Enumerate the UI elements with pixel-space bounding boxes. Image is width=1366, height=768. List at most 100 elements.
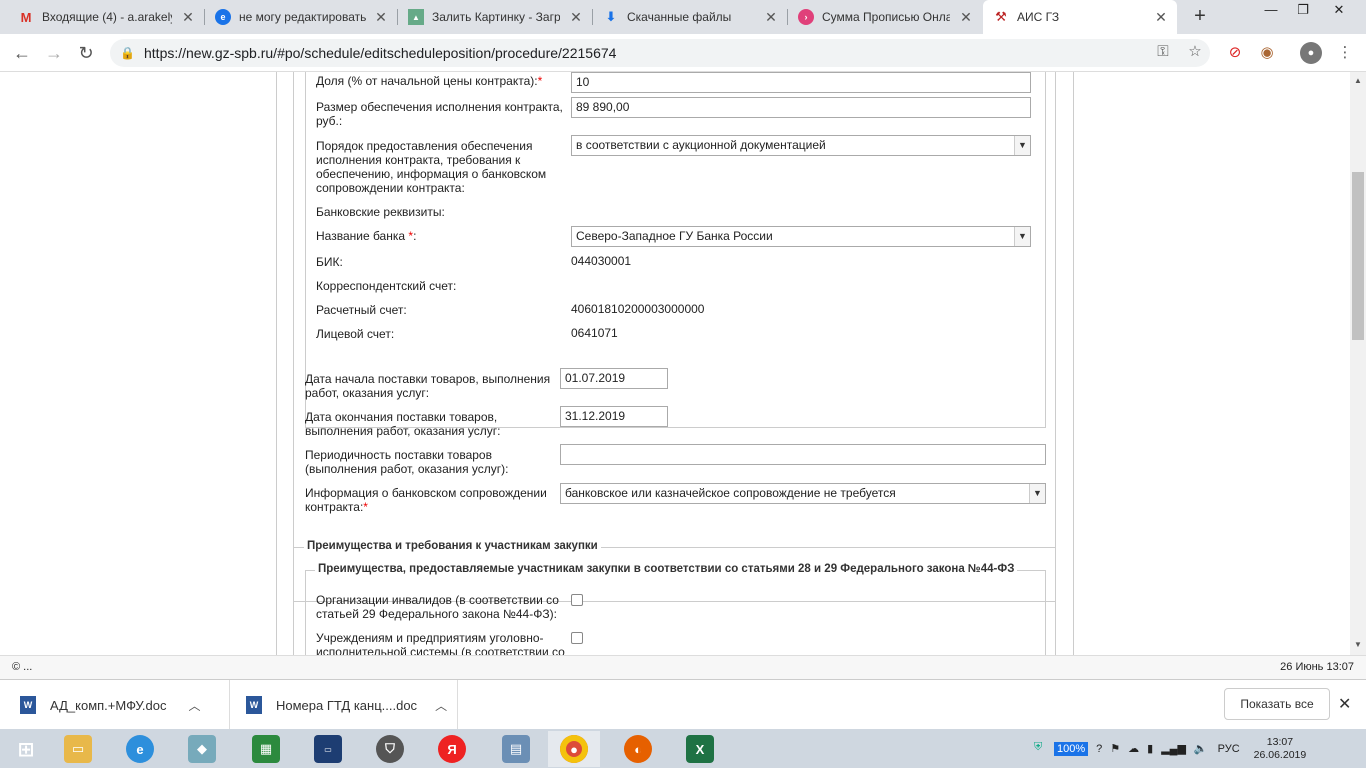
bank-name-select[interactable]: Северо-Западное ГУ Банка России ▼ — [571, 226, 1031, 247]
battery-icon[interactable]: ▮ — [1147, 742, 1153, 755]
close-window-button[interactable]: ✕ — [1324, 2, 1354, 22]
disabled-orgs-label-1: Организации инвалидов (в соответствии со — [316, 593, 559, 607]
close-tab-icon[interactable]: ✕ — [180, 9, 196, 25]
bank-name-label-text: Название банка — [316, 229, 406, 243]
help-icon[interactable]: ? — [1096, 743, 1102, 755]
download-item[interactable]: W АД_комп.+МФУ.doc ︿ — [0, 680, 230, 730]
close-download-bar-icon[interactable]: ✕ — [1338, 694, 1351, 714]
excel-taskbar-button[interactable]: X — [674, 731, 726, 767]
ie-taskbar-button[interactable]: e — [114, 731, 166, 767]
security-shield-icon[interactable]: ⛨ — [1034, 741, 1050, 757]
security-order-label-1: Порядок предоставления обеспечения — [316, 139, 533, 153]
lock-icon: 🔒 — [120, 46, 135, 60]
security-order-label-2: исполнения контракта, требования к — [316, 153, 521, 167]
tab-gmail[interactable]: M Входящие (4) - a.arakely ✕ — [8, 0, 204, 34]
scroll-down-icon[interactable]: ▼ — [1354, 640, 1362, 649]
extension-avatar-icon[interactable]: ◉ — [1256, 42, 1278, 64]
penal-orgs-label-1: Учреждениям и предприятиям уголовно- — [316, 631, 544, 645]
penal-orgs-label-2: исполнительной системы (в соответствии с… — [316, 645, 565, 655]
required-mark: * — [363, 500, 368, 514]
chevron-down-icon: ▼ — [1029, 484, 1045, 503]
tab-chat[interactable]: e не могу редактировать ✕ — [205, 0, 397, 34]
disabled-orgs-checkbox[interactable] — [571, 594, 583, 606]
download-icon: ⬇ — [605, 9, 617, 24]
tab-ais-gz[interactable]: ⚒ АИС ГЗ ✕ — [983, 0, 1177, 34]
store-taskbar-button[interactable]: ▦ — [240, 731, 292, 767]
security-order-select[interactable]: в соответствии с аукционной документацие… — [571, 135, 1031, 156]
form-container: Доля (% от начальной цены контракта): * 1… — [276, 72, 1074, 655]
new-tab-button[interactable]: + — [1188, 5, 1212, 29]
penal-orgs-checkbox[interactable] — [571, 632, 583, 644]
clock[interactable]: 13:07 26.06.2019 — [1254, 736, 1307, 762]
close-tab-icon[interactable]: ✕ — [1153, 9, 1169, 25]
bank-support-label-1: Информация о банковском сопровождении — [305, 486, 547, 500]
page-scrollbar[interactable]: ▲ ▼ — [1350, 72, 1366, 655]
explorer-taskbar-button[interactable]: ▭ — [52, 731, 104, 767]
security-amount-label-2: руб.: — [316, 114, 343, 128]
close-tab-icon[interactable]: ✕ — [373, 9, 389, 25]
corr-account-label: Корреспондентский счет: — [316, 279, 457, 293]
address-bar[interactable]: 🔒 https://new.gz-spb.ru/#po/schedule/edi… — [110, 39, 1210, 67]
share-input[interactable]: 10 — [571, 72, 1031, 93]
security-order-label-3: обеспечению, информация о банковском — [316, 167, 547, 181]
bank-name-selected: Северо-Западное ГУ Банка России — [576, 229, 773, 243]
security-order-selected: в соответствии с аукционной документацие… — [576, 138, 826, 152]
volume-icon[interactable]: 🔈 — [1194, 742, 1208, 755]
chevron-up-icon[interactable]: ︿ — [435, 697, 447, 714]
chevron-down-icon: ▼ — [1014, 227, 1030, 246]
windows-taskbar: ⊞ ▭ e ◆ ▦ ▭ ⛉ Я ▤ ● ◐ X ⛨ 100% ? ⚑ ☁ ▮ ▂… — [0, 729, 1366, 768]
gmail-icon: M — [20, 9, 32, 25]
browser-tab-strip: M Входящие (4) - a.arakely ✕ e не могу р… — [0, 0, 1366, 34]
periodicity-input[interactable] — [560, 444, 1046, 465]
extension-icon[interactable]: ⊘ — [1224, 42, 1246, 64]
maximize-button[interactable]: ❐ — [1288, 2, 1318, 22]
security-amount-label: Размер обеспечения исполнения контракта, — [316, 100, 563, 114]
chrome-taskbar-button[interactable]: ● — [548, 731, 600, 767]
lenovo-taskbar-button[interactable]: ▭ — [302, 731, 354, 767]
delivery-start-input[interactable]: 01.07.2019 — [560, 368, 668, 389]
reload-button[interactable]: ↻ — [74, 41, 98, 65]
start-button[interactable]: ⊞ — [0, 731, 52, 767]
scroll-up-icon[interactable]: ▲ — [1354, 76, 1362, 85]
signal-icon[interactable]: ▂▄▆ — [1161, 742, 1186, 755]
security-amount-input[interactable]: 89 890,00 — [571, 97, 1031, 118]
image-upload-icon: ▲ — [408, 9, 424, 25]
close-tab-icon[interactable]: ✕ — [958, 9, 974, 25]
forward-button[interactable]: → — [42, 41, 66, 65]
delivery-start-label-2: работ, оказания услуг: — [305, 386, 430, 400]
flag-icon[interactable]: ⚑ — [1110, 742, 1120, 755]
delivery-start-label-1: Дата начала поставки товаров, выполнения — [305, 372, 551, 386]
show-all-downloads-button[interactable]: Показать все — [1224, 688, 1330, 720]
tab-downloads[interactable]: ⬇ Скачанные файлы ✕ — [593, 0, 787, 34]
share-label-text: Доля (% от начальной цены контракта): — [316, 74, 538, 88]
battery-percent[interactable]: 100% — [1054, 741, 1089, 756]
profile-avatar[interactable]: ● — [1300, 42, 1322, 64]
browser-toolbar: ← → ↻ 🔒 https://new.gz-spb.ru/#po/schedu… — [0, 34, 1366, 72]
yandex-taskbar-button[interactable]: Я — [426, 731, 478, 767]
close-tab-icon[interactable]: ✕ — [763, 9, 779, 25]
clock-time: 13:07 — [1266, 735, 1294, 748]
app-taskbar-button[interactable]: ◆ — [176, 731, 228, 767]
bank-support-select[interactable]: банковское или казначейское сопровождени… — [560, 483, 1046, 504]
delivery-end-input[interactable]: 31.12.2019 — [560, 406, 668, 427]
firefox-taskbar-button[interactable]: ◐ — [612, 731, 664, 767]
key-icon[interactable]: ⚿ — [1152, 41, 1174, 63]
back-button[interactable]: ← — [10, 41, 34, 65]
bookmark-star-icon[interactable]: ☆ — [1184, 41, 1206, 63]
close-tab-icon[interactable]: ✕ — [568, 9, 584, 25]
cloud-icon[interactable]: ☁ — [1128, 742, 1139, 755]
language-indicator[interactable]: РУС — [1218, 743, 1240, 755]
chevron-up-icon[interactable]: ︿ — [188, 697, 200, 714]
download-item[interactable]: W Номера ГТД канц....doc ︿ — [230, 680, 458, 730]
security-taskbar-button[interactable]: ⛉ — [364, 731, 416, 767]
advantages-section-title: Преимущества и требования к участникам з… — [304, 540, 601, 552]
system-tray: ⛨ 100% ? ⚑ ☁ ▮ ▂▄▆ 🔈 РУС 13:07 26.06.201… — [1034, 729, 1306, 768]
scrollbar-thumb[interactable] — [1352, 172, 1364, 340]
tab-image-upload[interactable]: ▲ Залить Картинку - Загру ✕ — [398, 0, 592, 34]
tab-sum-words[interactable]: › Сумма Прописью Онла ✕ — [788, 0, 982, 34]
menu-icon[interactable]: ⋮ — [1334, 42, 1356, 64]
network-taskbar-button[interactable]: ▤ — [490, 731, 542, 767]
required-mark: * — [408, 229, 414, 243]
delivery-end-label-1: Дата окончания поставки товаров, — [305, 410, 498, 424]
minimize-button[interactable]: — — [1256, 2, 1286, 22]
